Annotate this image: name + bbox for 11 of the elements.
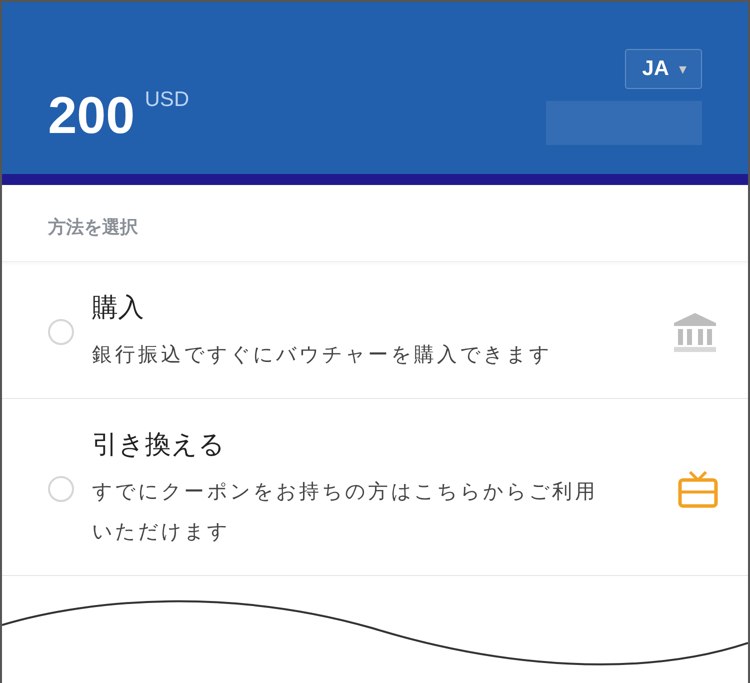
option-description: 銀行振込ですぐにバウチャーを購入できます [92,341,553,368]
option-title: 購入 [92,292,145,325]
radio-button[interactable] [48,476,74,502]
language-dropdown[interactable]: JA ▾ [625,49,702,89]
option-description: すでにクーポンをお持ちの方はこちらからご利用いただけます [92,478,599,545]
amount: 200 [48,88,135,144]
currency: USD [144,88,190,112]
bank-icon [672,311,718,353]
option-title: 引き換える [92,429,226,462]
radio-button[interactable] [48,319,74,345]
section-label: 方法を選択 [2,185,748,262]
